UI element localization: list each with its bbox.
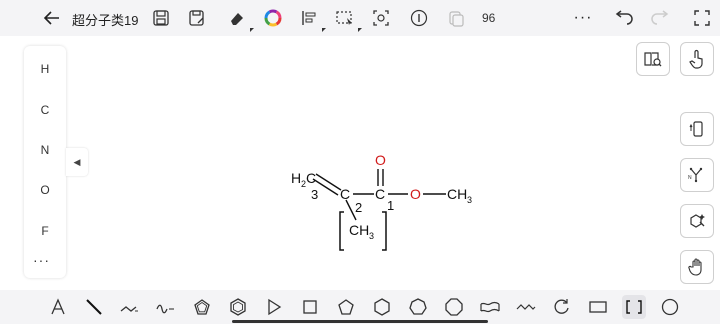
atom-number-2: 2 xyxy=(355,200,362,215)
align-menu-indicator xyxy=(322,28,326,32)
redo-icon[interactable] xyxy=(648,7,672,29)
pan-hand-icon xyxy=(688,258,702,276)
atom-ch3-right: CH xyxy=(447,186,467,202)
gesture-button[interactable] xyxy=(680,42,714,76)
atom-o-ester: O xyxy=(410,186,421,202)
color-wheel-icon[interactable] xyxy=(262,7,284,29)
more-icon[interactable]: ··· xyxy=(570,7,596,29)
hand-gesture-icon xyxy=(689,49,703,69)
element-o[interactable]: O xyxy=(24,183,66,197)
back-arrow-icon[interactable] xyxy=(40,7,64,29)
square-shape-icon[interactable] xyxy=(298,295,322,319)
template-library-icon xyxy=(644,52,662,67)
atom-c1: C xyxy=(375,186,385,202)
bottom-toolbar xyxy=(0,290,720,324)
atom-c2: C xyxy=(340,186,350,202)
octagon-shape-icon[interactable] xyxy=(442,295,466,319)
atom-number-1: 1 xyxy=(387,198,394,213)
info-icon[interactable] xyxy=(408,7,430,29)
eraser-icon[interactable] xyxy=(226,7,248,29)
element-n[interactable]: N xyxy=(24,143,66,157)
pentagon-shape-icon[interactable] xyxy=(334,295,358,319)
zoom-level[interactable]: 96 xyxy=(482,11,495,25)
atom-ch3-bottom-sub: 3 xyxy=(369,231,374,241)
lasso-select-icon[interactable] xyxy=(334,7,356,29)
svg-text:N: N xyxy=(688,175,692,181)
element-c[interactable]: C xyxy=(24,103,66,117)
heptagon-shape-icon[interactable] xyxy=(406,295,430,319)
atom-ch2-c: C xyxy=(306,170,316,186)
circle-shape-icon[interactable] xyxy=(658,295,682,319)
chain-tool-button[interactable]: N xyxy=(680,158,714,192)
undo-icon[interactable] xyxy=(612,7,636,29)
chain-bond-icon[interactable] xyxy=(118,295,142,319)
bracket-right xyxy=(382,211,387,251)
element-f[interactable]: F xyxy=(24,224,66,238)
fullscreen-icon[interactable] xyxy=(690,7,714,29)
element-h[interactable]: H xyxy=(24,62,66,76)
atom-ch2-h: H xyxy=(291,170,301,186)
rectangle-shape-icon[interactable] xyxy=(586,295,610,319)
collapse-palette-button[interactable]: ◀ xyxy=(66,148,88,176)
more-elements-button[interactable]: ··· xyxy=(33,252,50,268)
top-toolbar: 超分子类19 96 ··· xyxy=(0,0,720,36)
atom-number-3: 3 xyxy=(311,187,318,202)
atom-ch3-right-sub: 3 xyxy=(467,195,472,205)
hexagon-shape-icon[interactable] xyxy=(370,295,394,319)
pan-button[interactable] xyxy=(680,250,714,284)
bracket-tool-icon[interactable] xyxy=(622,295,646,319)
copy-icon[interactable] xyxy=(444,7,466,29)
long-chain-icon[interactable] xyxy=(514,295,538,319)
text-tool-icon[interactable] xyxy=(46,295,70,319)
wavy-bond-icon[interactable] xyxy=(154,295,178,319)
document-title: 超分子类19 xyxy=(72,13,139,28)
single-bond-icon[interactable] xyxy=(82,295,106,319)
screenshot-icon[interactable] xyxy=(370,7,392,29)
pentagon-ring-icon[interactable] xyxy=(190,295,214,319)
refresh-circle-icon[interactable] xyxy=(550,295,574,319)
rotate-device-icon xyxy=(689,121,703,137)
double-bond-upper xyxy=(315,173,342,191)
template-library-button[interactable] xyxy=(636,42,670,76)
element-palette: H C N O F ··· xyxy=(24,46,66,278)
save-as-icon[interactable] xyxy=(186,7,208,29)
ring-tool-button[interactable] xyxy=(680,204,714,238)
molecule-structure[interactable]: H 2 C 3 C 2 C 1 O O CH 3 CH 3 xyxy=(280,142,520,262)
save-icon[interactable] xyxy=(150,7,172,29)
eraser-menu-indicator xyxy=(250,28,254,32)
wave-shape-icon[interactable] xyxy=(478,295,502,319)
ring-tool-icon xyxy=(690,214,705,228)
home-indicator xyxy=(232,320,488,323)
rotate-device-button[interactable] xyxy=(680,112,714,146)
triangle-shape-icon[interactable] xyxy=(262,295,286,319)
atom-ch3-bottom: CH xyxy=(349,222,369,238)
align-icon[interactable] xyxy=(298,7,320,29)
benzene-ring-icon[interactable] xyxy=(226,295,250,319)
bracket-left xyxy=(339,211,344,251)
select-menu-indicator xyxy=(358,28,362,32)
atom-o-carbonyl: O xyxy=(375,152,386,168)
chain-tool-icon: N xyxy=(688,167,703,183)
